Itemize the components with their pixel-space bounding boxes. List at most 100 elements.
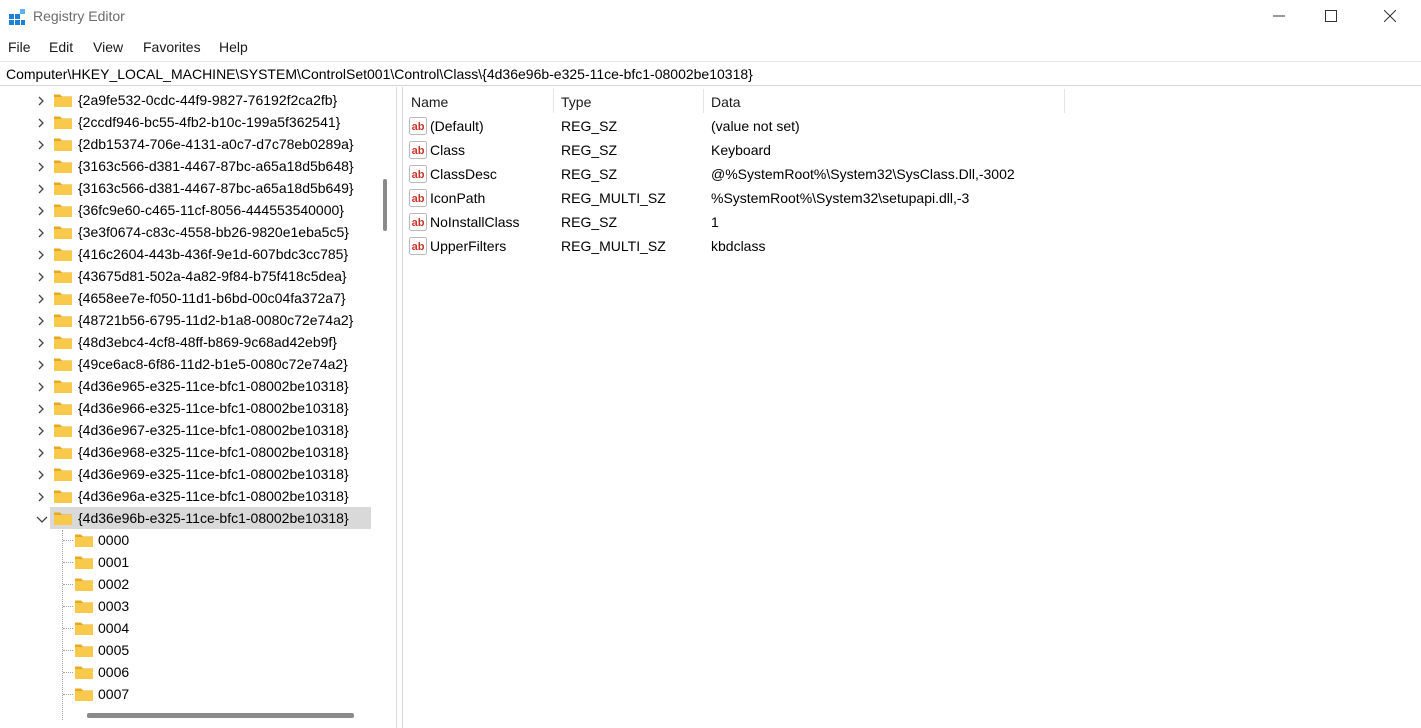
svg-text:ab: ab — [412, 241, 425, 253]
tree-subkey-item[interactable]: 0004 — [0, 617, 376, 639]
tree-item-label: {43675d81-502a-4a82-9f84-b75f418c5dea} — [78, 268, 347, 284]
tree-item[interactable]: {3e3f0674-c83c-4558-bb26-9820e1eba5c5} — [0, 221, 376, 243]
chevron-right-icon[interactable] — [36, 402, 46, 414]
chevron-right-icon[interactable] — [36, 182, 46, 194]
chevron-right-icon[interactable] — [36, 116, 46, 128]
value-row[interactable]: ab NoInstallClass REG_SZ 1 — [403, 210, 1063, 234]
value-row[interactable]: ab Class REG_SZ Keyboard — [403, 138, 1063, 162]
menu-edit[interactable]: Edit — [47, 39, 75, 55]
tree-subkey-item[interactable]: 0000 — [0, 529, 376, 551]
tree-item[interactable]: {43675d81-502a-4a82-9f84-b75f418c5dea} — [0, 265, 376, 287]
tree-item[interactable]: {4d36e96a-e325-11ce-bfc1-08002be10318} — [0, 485, 376, 507]
menu-file[interactable]: File — [6, 39, 33, 55]
address-bar[interactable]: Computer\HKEY_LOCAL_MACHINE\SYSTEM\Contr… — [0, 61, 1421, 86]
tree-item[interactable]: {3163c566-d381-4467-87bc-a65a18d5b649} — [0, 177, 376, 199]
tree-item-label: {4d36e96a-e325-11ce-bfc1-08002be10318} — [78, 488, 349, 504]
tree-item-label: 0001 — [98, 554, 130, 570]
tree-subkey-item[interactable]: 0001 — [0, 551, 376, 573]
tree-item-label: {4658ee7e-f050-11d1-b6bd-00c04fa372a7} — [78, 290, 346, 306]
tree-item[interactable]: {2a9fe532-0cdc-44f9-9827-76192f2ca2fb} — [0, 89, 376, 111]
tree-item[interactable]: {4d36e966-e325-11ce-bfc1-08002be10318} — [0, 397, 376, 419]
minimize-icon — [1273, 15, 1285, 17]
value-row[interactable]: ab (Default) REG_SZ (value not set) — [403, 114, 1063, 138]
value-row[interactable]: ab IconPath REG_MULTI_SZ %SystemRoot%\Syste… — [403, 186, 1063, 210]
column-header-data[interactable]: Data — [711, 87, 741, 114]
tree-item[interactable]: {4d36e965-e325-11ce-bfc1-08002be10318} — [0, 375, 376, 397]
tree-item[interactable]: {4658ee7e-f050-11d1-b6bd-00c04fa372a7} — [0, 287, 376, 309]
column-header-type[interactable]: Type — [561, 87, 591, 114]
tree-item[interactable]: {4d36e968-e325-11ce-bfc1-08002be10318} — [0, 441, 376, 463]
tree-item-label: 0007 — [98, 686, 130, 702]
menu-help[interactable]: Help — [217, 39, 250, 55]
tree-subkey-item[interactable]: 0007 — [0, 683, 376, 705]
tree-subkey-item[interactable]: 0006 — [0, 661, 376, 683]
column-separator[interactable] — [1064, 89, 1065, 113]
value-row[interactable]: ab ClassDesc REG_SZ @%SystemRoot%\System32\… — [403, 162, 1063, 186]
chevron-right-icon[interactable] — [36, 138, 46, 150]
tree-item[interactable]: {36fc9e60-c465-11cf-8056-444553540000} — [0, 199, 376, 221]
chevron-right-icon[interactable] — [36, 204, 46, 216]
minimize-button[interactable] — [1253, 0, 1305, 32]
tree-subkey-item[interactable]: 0005 — [0, 639, 376, 661]
chevron-right-icon[interactable] — [36, 446, 46, 458]
tree-item[interactable]: {4d36e969-e325-11ce-bfc1-08002be10318} — [0, 463, 376, 485]
folder-icon — [53, 136, 73, 152]
tree-subkey-item[interactable]: 0003 — [0, 595, 376, 617]
maximize-button[interactable] — [1305, 0, 1357, 32]
tree-subkey-item[interactable]: 0002 — [0, 573, 376, 595]
folder-icon — [53, 400, 73, 416]
tree-item[interactable]: {49ce6ac8-6f86-11d2-b1e5-0080c72e74a2} — [0, 353, 376, 375]
value-type: REG_SZ — [561, 166, 618, 182]
value-row[interactable]: ab UpperFilters REG_MULTI_SZ kbdclass — [403, 234, 1063, 258]
value-data: %SystemRoot%\System32\setupapi.dll,-3 — [711, 190, 970, 206]
svg-text:ab: ab — [412, 193, 425, 205]
chevron-right-icon[interactable] — [36, 292, 46, 304]
folder-icon — [53, 510, 73, 526]
chevron-right-icon[interactable] — [36, 160, 46, 172]
tree-item[interactable]: {2db15374-706e-4131-a0c7-d7c78eb0289a} — [0, 133, 376, 155]
close-button[interactable] — [1364, 0, 1416, 32]
chevron-right-icon[interactable] — [36, 270, 46, 282]
value-data: kbdclass — [711, 238, 766, 254]
menu-favorites[interactable]: Favorites — [141, 39, 203, 55]
chevron-right-icon[interactable] — [36, 248, 46, 260]
chevron-right-icon[interactable] — [36, 358, 46, 370]
title-bar: Registry Editor — [0, 0, 1421, 34]
chevron-right-icon[interactable] — [36, 94, 46, 106]
tree-item[interactable]: {416c2604-443b-436f-9e1d-607bdc3cc785} — [0, 243, 376, 265]
tree-item[interactable]: {4d36e96b-e325-11ce-bfc1-08002be10318} — [0, 507, 376, 529]
chevron-right-icon[interactable] — [36, 468, 46, 480]
tree-vertical-scrollbar[interactable] — [383, 179, 387, 231]
chevron-right-icon[interactable] — [36, 226, 46, 238]
address-path[interactable]: Computer\HKEY_LOCAL_MACHINE\SYSTEM\Contr… — [6, 66, 753, 82]
tree-item-label: 0006 — [98, 664, 130, 680]
tree-item[interactable]: {4d36e967-e325-11ce-bfc1-08002be10318} — [0, 419, 376, 441]
tree-horizontal-scrollbar[interactable] — [87, 713, 354, 718]
value-type: REG_MULTI_SZ — [561, 238, 666, 254]
column-separator[interactable] — [553, 89, 554, 113]
value-name: Class — [430, 142, 466, 158]
folder-icon — [53, 378, 73, 394]
tree-item[interactable]: {48d3ebc4-4cf8-48ff-b869-9c68ad42eb9f} — [0, 331, 376, 353]
tree-item-label: {2ccdf946-bc55-4fb2-b10c-199a5f362541} — [78, 114, 341, 130]
tree-item[interactable]: {2ccdf946-bc55-4fb2-b10c-199a5f362541} — [0, 111, 376, 133]
chevron-right-icon[interactable] — [36, 490, 46, 502]
column-header-name[interactable]: Name — [411, 87, 448, 114]
values-pane[interactable]: Name Type Data ab (Default) REG_SZ (value n… — [402, 87, 1421, 728]
column-separator[interactable] — [703, 89, 704, 113]
chevron-right-icon[interactable] — [36, 314, 46, 326]
folder-icon — [53, 114, 73, 130]
value-name: ClassDesc — [430, 166, 497, 182]
chevron-right-icon[interactable] — [36, 380, 46, 392]
tree-item-label: {4d36e969-e325-11ce-bfc1-08002be10318} — [78, 466, 349, 482]
folder-icon — [74, 642, 94, 658]
chevron-right-icon[interactable] — [36, 336, 46, 348]
key-tree-pane[interactable]: {2a9fe532-0cdc-44f9-9827-76192f2ca2fb} {2… — [0, 87, 397, 728]
chevron-down-icon[interactable] — [36, 512, 48, 524]
value-data: Keyboard — [711, 142, 771, 158]
tree-item-label: {4d36e965-e325-11ce-bfc1-08002be10318} — [78, 378, 349, 394]
tree-item[interactable]: {3163c566-d381-4467-87bc-a65a18d5b648} — [0, 155, 376, 177]
menu-view[interactable]: View — [91, 39, 125, 55]
chevron-right-icon[interactable] — [36, 424, 46, 436]
tree-item[interactable]: {48721b56-6795-11d2-b1a8-0080c72e74a2} — [0, 309, 376, 331]
